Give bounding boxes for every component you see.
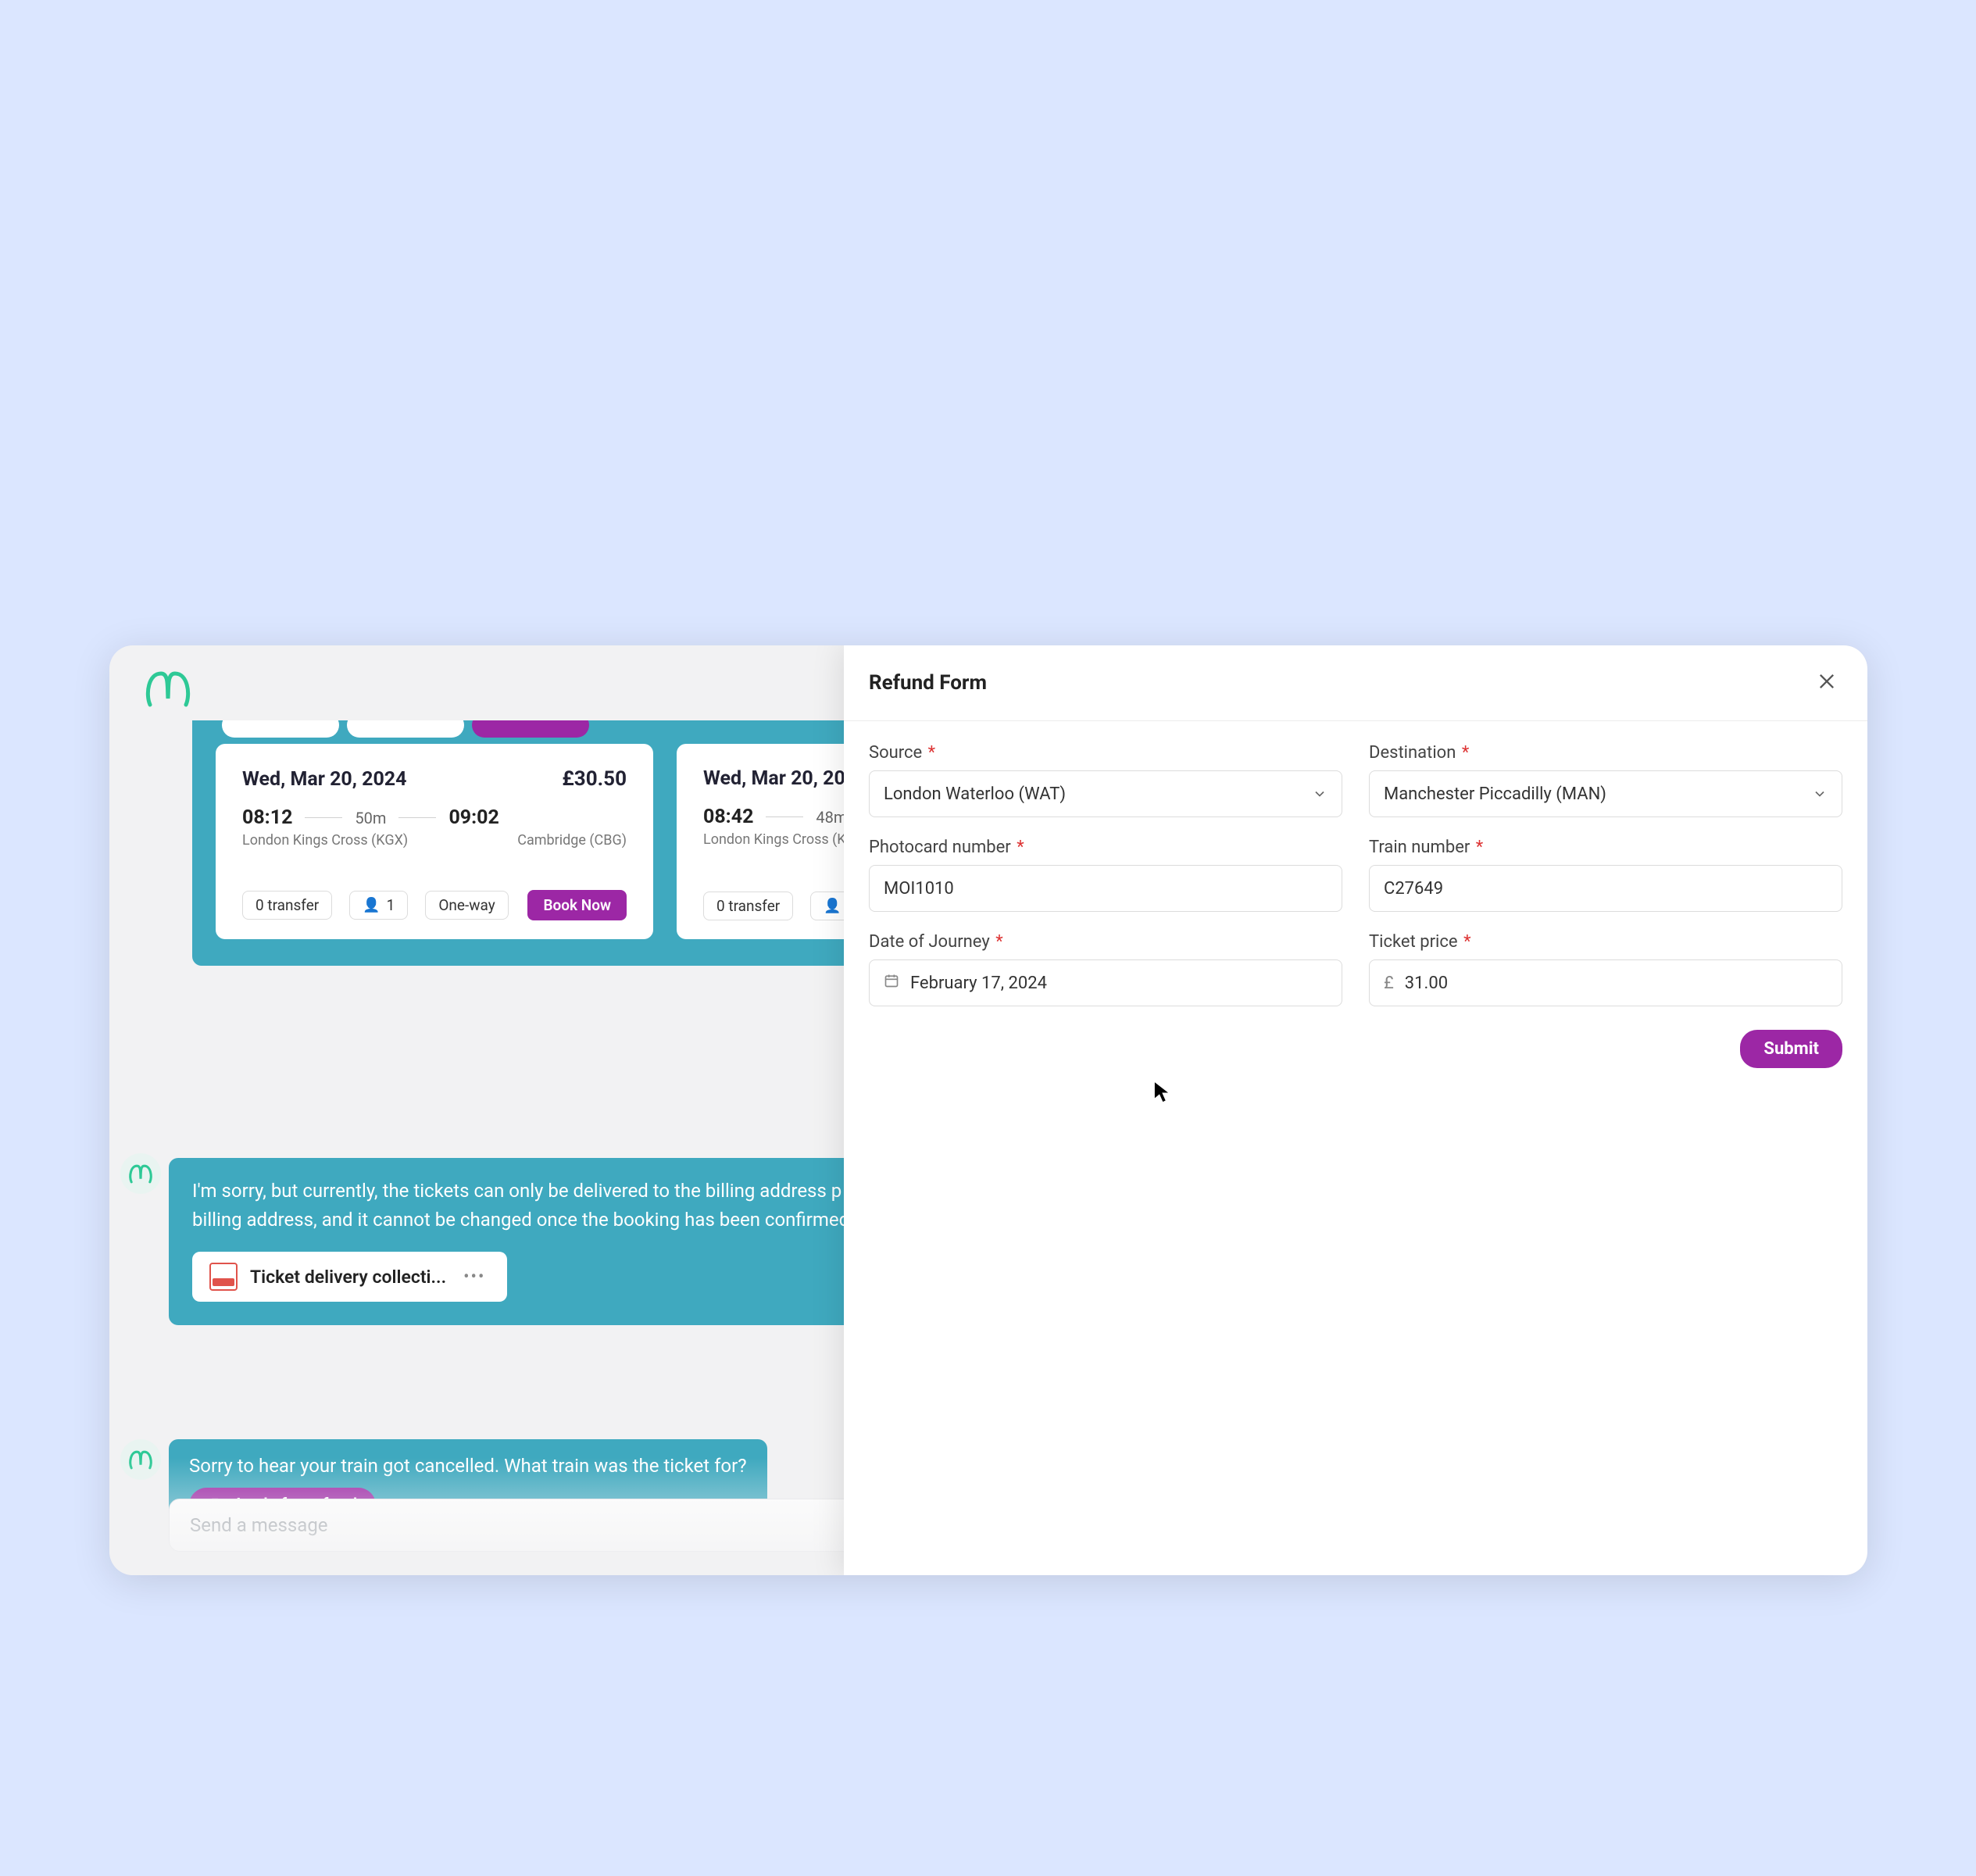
source-value: London Waterloo (WAT) [884, 784, 1066, 804]
message-placeholder: Send a message [190, 1514, 328, 1536]
transfers-pill: 0 transfer [703, 892, 793, 920]
train-number-field-group: Train number * [1369, 838, 1842, 912]
message-text: Sorry to hear your train got cancelled. … [189, 1455, 747, 1477]
date-input-wrap[interactable] [869, 959, 1342, 1006]
source-select[interactable]: London Waterloo (WAT) [869, 770, 1342, 817]
destination-value: Manchester Piccadilly (MAN) [1384, 784, 1606, 804]
arr-station: Cambridge (CBG) [517, 832, 627, 849]
person-icon: 👤 [363, 897, 380, 913]
currency-icon: £ [1384, 974, 1394, 993]
price-input-wrap: £ [1369, 959, 1842, 1006]
dep-time: 08:12 [242, 806, 292, 829]
source-field-group: Source * London Waterloo (WAT) [869, 743, 1342, 817]
results-tab[interactable] [347, 720, 464, 738]
destination-label: Destination * [1369, 743, 1842, 763]
date-field-group: Date of Journey * [869, 932, 1342, 1006]
photocard-input-wrap [869, 865, 1342, 912]
passengers-pill: 👤1 [349, 891, 408, 920]
photocard-input[interactable] [884, 879, 1327, 899]
refund-panel-header: Refund Form [844, 645, 1867, 721]
destination-field-group: Destination * Manchester Piccadilly (MAN… [1369, 743, 1842, 817]
results-tabs [222, 720, 589, 738]
app-window: Wed, Mar 20, 2024 £30.50 08:12 50m 09:02 [109, 645, 1867, 1575]
refund-form-title: Refund Form [869, 671, 987, 695]
route-line [305, 817, 342, 818]
close-button[interactable] [1811, 666, 1842, 700]
assistant-avatar [120, 1153, 161, 1194]
results-tab[interactable] [222, 720, 339, 738]
refund-panel: Refund Form Source * London Waterloo (WA… [844, 645, 1867, 1575]
message-line: billing address, and it cannot be change… [192, 1209, 855, 1231]
close-icon [1816, 670, 1838, 692]
passengers-count: 1 [387, 896, 395, 914]
duration: 50m [355, 809, 386, 827]
chevron-down-icon [1812, 786, 1828, 802]
train-date: Wed, Mar 20, 2024 [703, 767, 868, 790]
pdf-icon [209, 1263, 238, 1291]
attachment-label: Ticket delivery collecti... [250, 1267, 446, 1288]
trip-type-pill: One-way [425, 891, 508, 920]
results-tab-active[interactable] [472, 720, 589, 738]
date-label: Date of Journey * [869, 932, 1342, 952]
date-input[interactable] [910, 974, 1327, 993]
dep-station: London Kings Cross (KGX) [242, 832, 408, 849]
train-card[interactable]: Wed, Mar 20, 2024 £30.50 08:12 50m 09:02 [216, 744, 653, 939]
duration: 48m [816, 808, 847, 827]
calendar-icon [884, 973, 899, 993]
price-input[interactable] [1405, 974, 1828, 993]
refund-form-actions: Submit [869, 1030, 1842, 1068]
price-label: Ticket price * [1369, 932, 1842, 952]
price-field-group: Ticket price * £ [1369, 932, 1842, 1006]
route-line [398, 817, 436, 818]
attachment-card[interactable]: Ticket delivery collecti... ••• [192, 1252, 507, 1302]
attachment-menu-button[interactable]: ••• [459, 1267, 490, 1287]
train-number-input[interactable] [1384, 879, 1828, 899]
source-label: Source * [869, 743, 1342, 763]
train-number-label: Train number * [1369, 838, 1842, 857]
destination-select[interactable]: Manchester Piccadilly (MAN) [1369, 770, 1842, 817]
photocard-label: Photocard number * [869, 838, 1342, 857]
transfers-pill: 0 transfer [242, 891, 332, 920]
book-now-button[interactable]: Book Now [527, 890, 627, 920]
dep-time: 08:42 [703, 806, 753, 828]
refund-form-body: Source * London Waterloo (WAT) Destinati… [844, 721, 1867, 1090]
app-logo [142, 667, 194, 713]
train-date: Wed, Mar 20, 2024 [242, 768, 407, 791]
chevron-down-icon [1312, 786, 1327, 802]
photocard-field-group: Photocard number * [869, 838, 1342, 912]
train-number-input-wrap [1369, 865, 1842, 912]
person-icon: 👤 [824, 898, 841, 914]
arr-time: 09:02 [448, 806, 498, 829]
submit-button[interactable]: Submit [1740, 1030, 1842, 1068]
train-price: £30.50 [562, 767, 627, 791]
assistant-avatar [120, 1439, 161, 1480]
message-line: I'm sorry, but currently, the tickets ca… [192, 1180, 841, 1202]
